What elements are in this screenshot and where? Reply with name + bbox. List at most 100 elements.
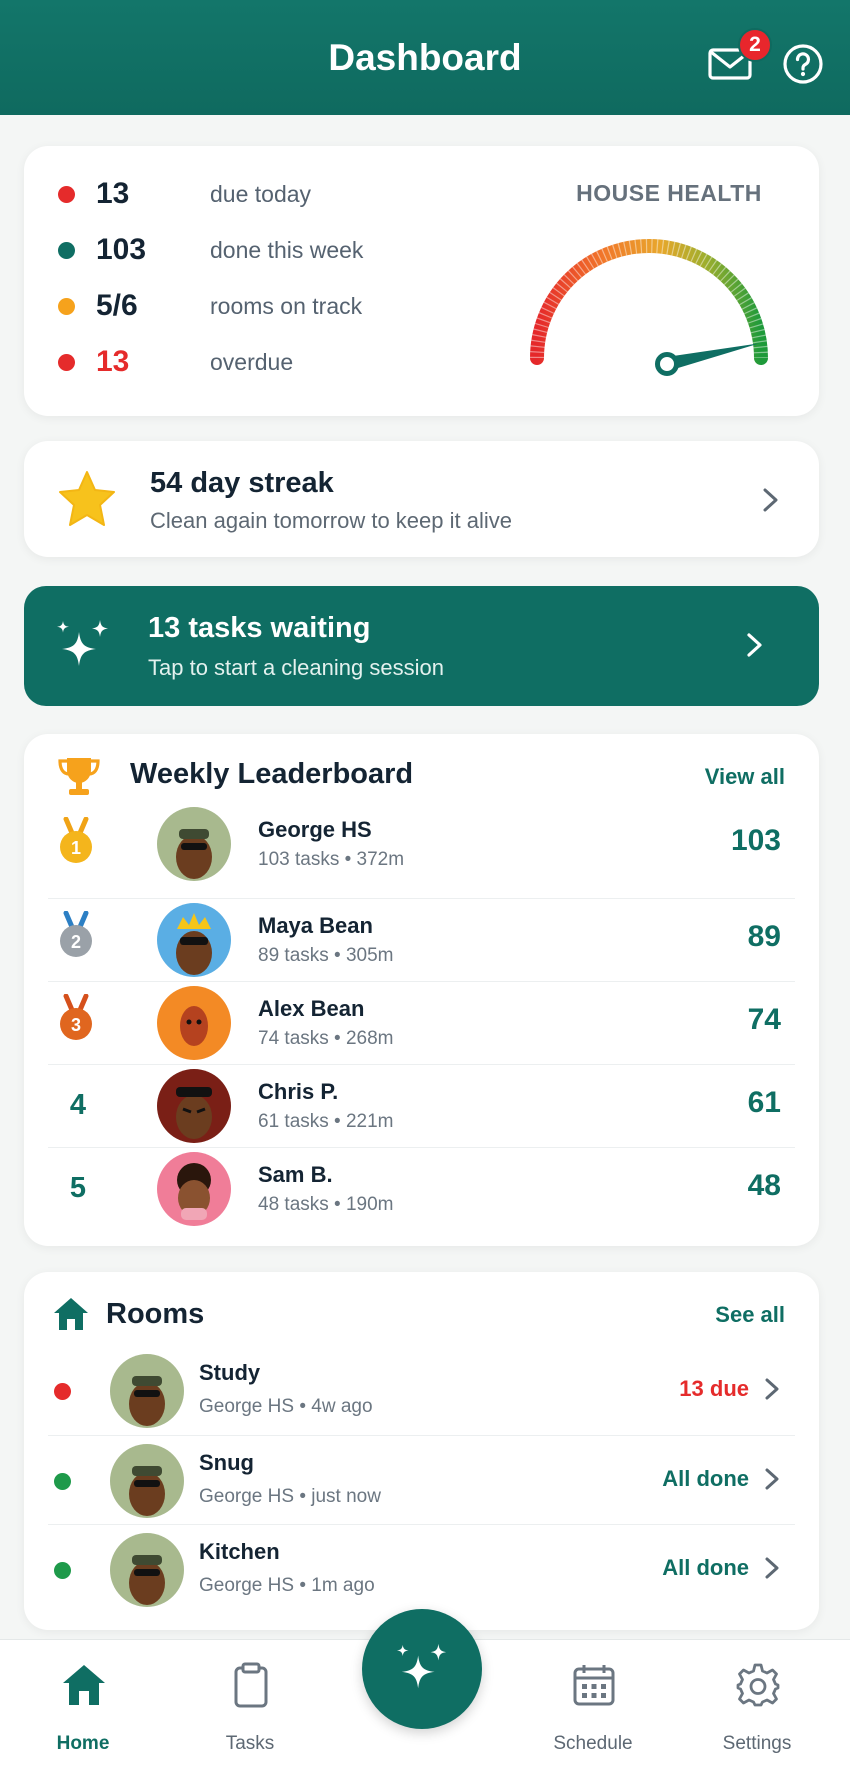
nav-tasks[interactable]: Tasks — [185, 1640, 315, 1771]
house-health-gauge — [530, 239, 768, 376]
stats-card: 13 due today 103 done this week 5/6 room… — [24, 146, 819, 416]
leaderboard-row[interactable]: 5 Sam B. 48 tasks • 190m 48 — [48, 1147, 795, 1230]
silver-medal-icon: 2 — [60, 911, 92, 957]
room-status: All done — [662, 1555, 749, 1580]
home-icon — [63, 1665, 105, 1705]
leaderboard-row[interactable]: 4 Chris P. 61 tasks • 221m 61 — [48, 1064, 795, 1147]
nav-label: Tasks — [225, 1733, 275, 1754]
house-health-title: HOUSE HEALTH — [576, 180, 762, 206]
avatar — [110, 1444, 184, 1518]
stat-value: 13 — [96, 177, 130, 210]
rooms-title: Rooms — [106, 1298, 205, 1330]
streak-title: 54 day streak — [150, 467, 334, 499]
gauge-hub — [655, 352, 679, 376]
rank-number: 5 — [69, 1172, 87, 1204]
room-status: All done — [662, 1466, 749, 1491]
player-name: Alex Bean — [258, 996, 365, 1021]
room-row-study[interactable]: Study George HS • 4w ago 13 due — [48, 1346, 795, 1435]
player-name: George HS — [258, 817, 372, 842]
status-dot — [54, 1473, 71, 1490]
chevron-right-icon — [763, 488, 778, 512]
player-name: Maya Bean — [258, 913, 373, 938]
player-score: 48 — [747, 1169, 781, 1202]
avatar — [157, 807, 231, 881]
stat-rooms-on-track: 5/6 rooms on track — [58, 286, 362, 326]
start-session-banner[interactable]: 13 tasks waiting Tap to start a cleaning… — [24, 586, 819, 706]
avatar — [157, 1152, 231, 1226]
svg-text:3: 3 — [71, 1015, 81, 1035]
player-meta: 103 tasks • 372m — [258, 849, 405, 870]
avatar — [157, 986, 231, 1060]
stat-label: overdue — [210, 348, 294, 375]
player-meta: 48 tasks • 190m — [258, 1194, 394, 1215]
player-meta: 89 tasks • 305m — [258, 945, 394, 966]
nav-settings[interactable]: Settings — [692, 1640, 822, 1771]
room-name: Kitchen — [199, 1539, 280, 1564]
clipboard-icon — [234, 1662, 268, 1708]
player-name: Sam B. — [258, 1162, 333, 1187]
stat-value: 103 — [96, 233, 147, 266]
status-dot — [58, 297, 75, 315]
nav-label: Schedule — [553, 1733, 633, 1754]
player-meta: 61 tasks • 221m — [258, 1111, 394, 1132]
help-icon — [783, 44, 823, 84]
view-all-link[interactable]: View all — [705, 764, 785, 790]
trophy-icon — [58, 758, 100, 795]
leaderboard-row[interactable]: 3 Alex Bean 74 tasks • 268m 74 — [48, 981, 795, 1064]
streak-subtitle: Clean again tomorrow to keep it alive — [150, 508, 512, 533]
gauge-needle — [665, 343, 760, 371]
room-row-snug[interactable]: Snug George HS • just now All done — [48, 1435, 795, 1524]
help-button[interactable] — [779, 40, 827, 88]
leaderboard-card: Weekly Leaderboard View all 1 George HS … — [24, 734, 819, 1246]
mail-button[interactable]: 2 — [706, 28, 772, 88]
player-score: 61 — [747, 1086, 781, 1119]
nav-label: Home — [56, 1733, 110, 1754]
chevron-right-icon — [747, 633, 762, 657]
leaderboard-title: Weekly Leaderboard — [130, 758, 414, 790]
room-meta: George HS • just now — [199, 1486, 381, 1507]
see-all-link[interactable]: See all — [715, 1302, 785, 1328]
chevron-right-icon — [765, 1557, 779, 1579]
chevron-right-icon — [765, 1468, 779, 1490]
stat-value: 13 — [96, 345, 130, 378]
home-icon — [54, 1298, 88, 1330]
room-name: Study — [199, 1360, 261, 1385]
tasks-waiting-title: 13 tasks waiting — [148, 612, 371, 644]
bronze-medal-icon: 3 — [60, 994, 92, 1040]
room-meta: George HS • 1m ago — [199, 1575, 375, 1596]
sparkles-icon — [57, 620, 108, 666]
room-status: 13 due — [679, 1376, 749, 1401]
leaderboard-row[interactable]: 2 Maya Bean 89 tasks • 305m 89 — [48, 898, 795, 981]
player-score: 74 — [747, 1003, 781, 1036]
player-name: Chris P. — [258, 1079, 339, 1104]
avatar — [110, 1533, 184, 1607]
avatar — [157, 903, 231, 977]
stat-label: rooms on track — [210, 292, 363, 319]
svg-text:1: 1 — [71, 838, 81, 858]
page-title: Dashboard — [328, 36, 522, 78]
tasks-waiting-subtitle: Tap to start a cleaning session — [148, 655, 444, 680]
room-row-kitchen[interactable]: Kitchen George HS • 1m ago All done — [48, 1524, 795, 1613]
stat-done-week: 103 done this week — [58, 230, 363, 270]
nav-schedule[interactable]: Schedule — [528, 1640, 658, 1771]
streak-card[interactable]: 54 day streak Clean again tomorrow to ke… — [24, 441, 819, 557]
start-cleaning-fab[interactable] — [362, 1609, 482, 1729]
stat-label: due today — [210, 180, 312, 207]
gear-icon — [736, 1663, 780, 1707]
player-score: 89 — [747, 920, 781, 953]
gold-medal-icon: 1 — [60, 817, 92, 863]
status-dot — [54, 1383, 71, 1400]
notification-badge: 2 — [738, 28, 772, 62]
avatar — [157, 1069, 231, 1143]
app-header: Dashboard 2 — [0, 0, 850, 115]
leaderboard-row[interactable]: 1 George HS 103 tasks • 372m 103 — [48, 803, 795, 886]
player-score: 103 — [730, 824, 781, 857]
rank-number: 4 — [69, 1089, 87, 1121]
room-name: Snug — [199, 1450, 254, 1475]
nav-home[interactable]: Home — [18, 1640, 148, 1771]
avatar — [110, 1354, 184, 1428]
chevron-right-icon — [765, 1378, 779, 1400]
status-dot — [58, 185, 75, 203]
calendar-icon — [573, 1665, 615, 1706]
rooms-card: Rooms See all Study George HS • 4w ago 1… — [24, 1272, 819, 1630]
